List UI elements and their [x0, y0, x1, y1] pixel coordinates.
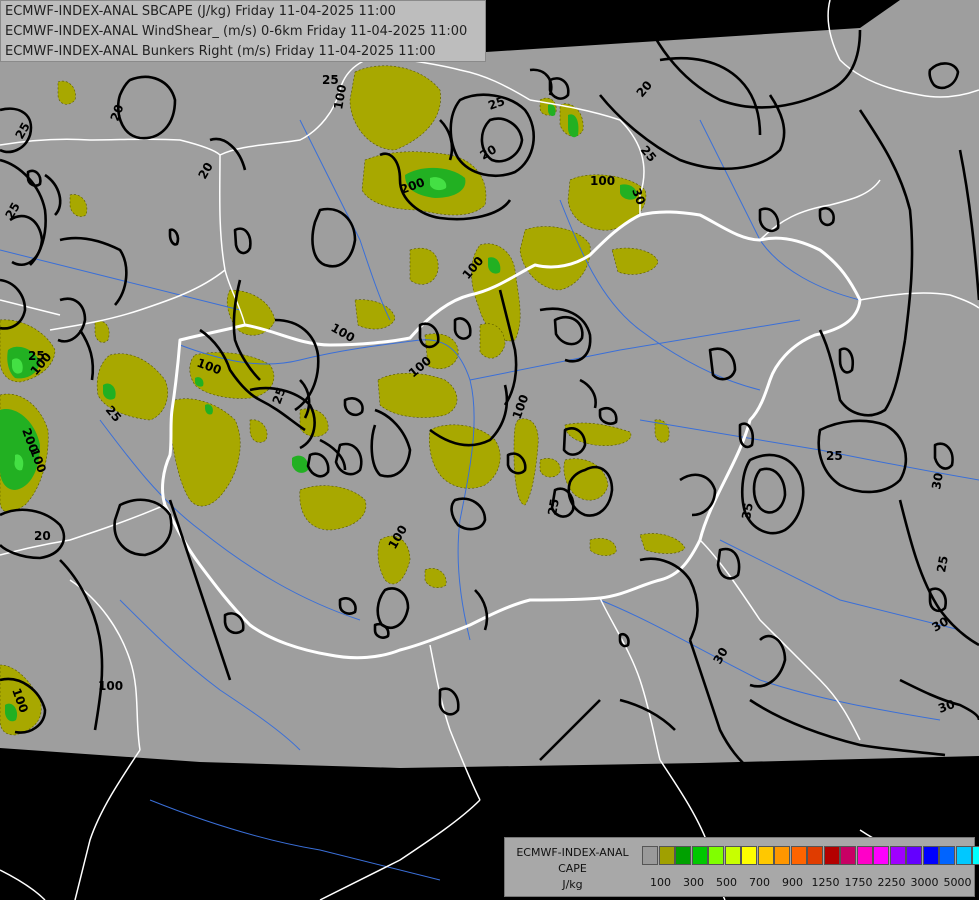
legend-swatch	[939, 846, 955, 865]
weather-map: 25 100 20 25 20 25 20 25 25 20 100 200 1…	[0, 0, 979, 900]
contour-label: 25	[28, 349, 45, 363]
legend-tick-label: 100	[650, 876, 671, 889]
title-windshear: ECMWF-INDEX-ANAL WindShear_ (m/s) 0-6km …	[5, 24, 468, 39]
contour-label: 20	[34, 529, 51, 543]
contour-label: 25	[826, 449, 843, 463]
legend-swatch	[856, 846, 873, 865]
legend-swatch	[906, 846, 922, 865]
title-bunkers-right: ECMWF-INDEX-ANAL Bunkers Right (m/s) Fri…	[5, 44, 436, 59]
legend-tick-label: 5000	[943, 876, 972, 889]
legend-swatch	[774, 846, 790, 865]
contour-label: 20	[655, 29, 672, 43]
legend-tick-label: 300	[683, 876, 704, 889]
legend-swatch	[691, 846, 708, 865]
legend-swatch	[675, 846, 691, 865]
title-sbcape: ECMWF-INDEX-ANAL SBCAPE (J/kg) Friday 11…	[5, 4, 396, 19]
contour-label: 100	[98, 679, 123, 693]
legend-tick-label: 1750	[844, 876, 873, 889]
legend-swatch	[790, 846, 807, 865]
legend-tick-label: 700	[749, 876, 770, 889]
contour-label: 100	[590, 174, 615, 188]
contour-label: 25	[545, 498, 562, 517]
legend-tick-label: 900	[782, 876, 803, 889]
legend-tick-label: 3000	[910, 876, 939, 889]
legend-swatch	[922, 846, 939, 865]
contour-label: 30	[929, 472, 946, 491]
cape-legend: ECMWF-INDEX-ANAL CAPE J/kg 100 300 500 700 9…	[504, 837, 979, 897]
legend-swatch	[840, 846, 856, 865]
legend-swatch	[708, 846, 724, 865]
legend-variable: CAPE	[558, 862, 587, 875]
legend-tick-label: 1250	[811, 876, 840, 889]
legend-swatch	[741, 846, 757, 865]
legend-swatch	[955, 846, 972, 865]
legend-tick-label: 2250	[877, 876, 906, 889]
legend-swatch	[724, 846, 741, 865]
legend-units: J/kg	[562, 878, 583, 891]
legend-swatch	[757, 846, 774, 865]
legend-swatch	[658, 846, 675, 865]
legend-swatch	[873, 846, 889, 865]
legend-swatch	[823, 846, 840, 865]
legend-swatch	[642, 846, 658, 865]
contour-label: 25	[934, 555, 951, 574]
color-scale	[642, 846, 979, 865]
legend-tick-label: 500	[716, 876, 737, 889]
title-box: ECMWF-INDEX-ANAL SBCAPE (J/kg) Friday 11…	[0, 0, 486, 62]
legend-swatch	[807, 846, 823, 865]
legend-swatch	[889, 846, 906, 865]
contour-label: 35	[739, 502, 756, 521]
legend-title: ECMWF-INDEX-ANAL	[516, 846, 629, 859]
legend-swatch	[972, 846, 979, 865]
